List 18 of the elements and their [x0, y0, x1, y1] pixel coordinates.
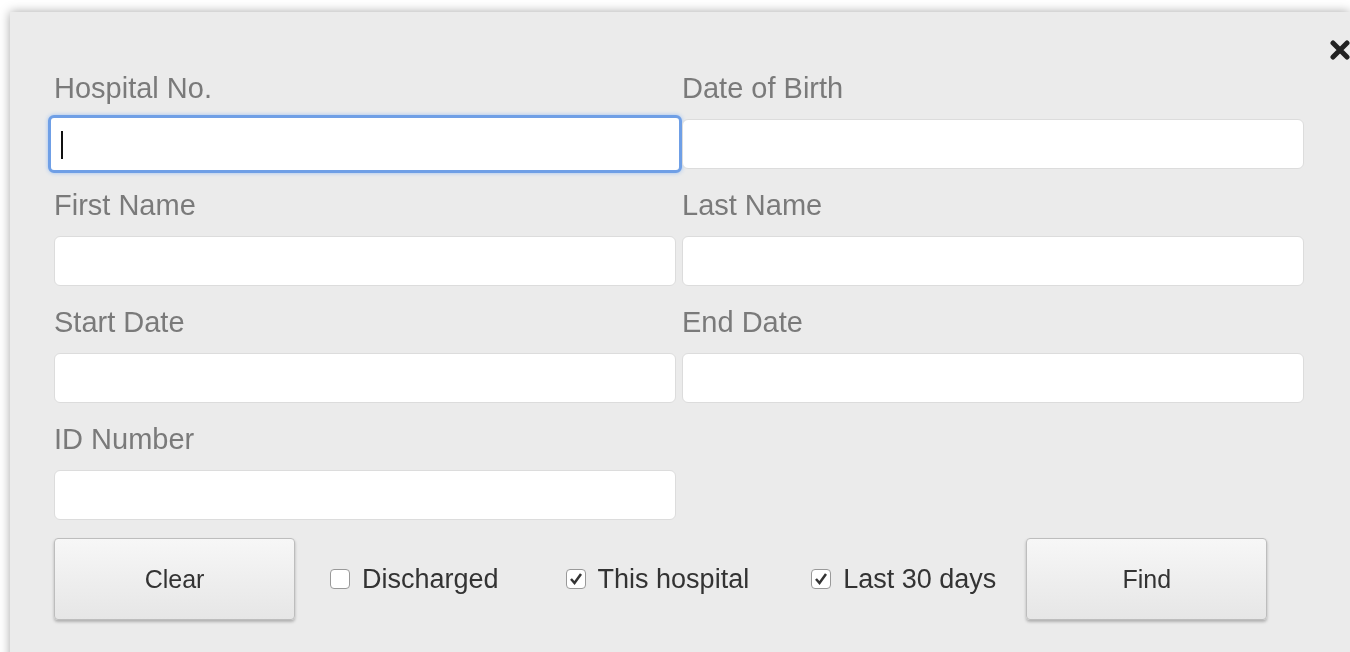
field-label: End Date: [682, 305, 803, 340]
clear-button[interactable]: Clear: [54, 538, 295, 620]
field-label: Start Date: [54, 305, 185, 340]
field-label: Date of Birth: [682, 71, 844, 106]
checkbox-label: Last 30 days: [843, 563, 997, 595]
field-label: ID Number: [54, 422, 195, 457]
text-cursor: [61, 131, 63, 159]
checkbox-label: This hospital: [597, 563, 750, 595]
field-label: Last Name: [682, 188, 823, 223]
checkbox-label: Discharged: [362, 563, 499, 595]
field-label: Hospital No.: [54, 71, 212, 106]
checkbox[interactable]: [811, 569, 832, 589]
field-label: First Name: [54, 188, 196, 223]
checkbox[interactable]: [330, 569, 350, 589]
input-field[interactable]: [48, 115, 682, 173]
close-icon[interactable]: [1330, 40, 1350, 60]
checkbox[interactable]: [565, 569, 586, 589]
find-button[interactable]: Find: [1026, 538, 1268, 620]
